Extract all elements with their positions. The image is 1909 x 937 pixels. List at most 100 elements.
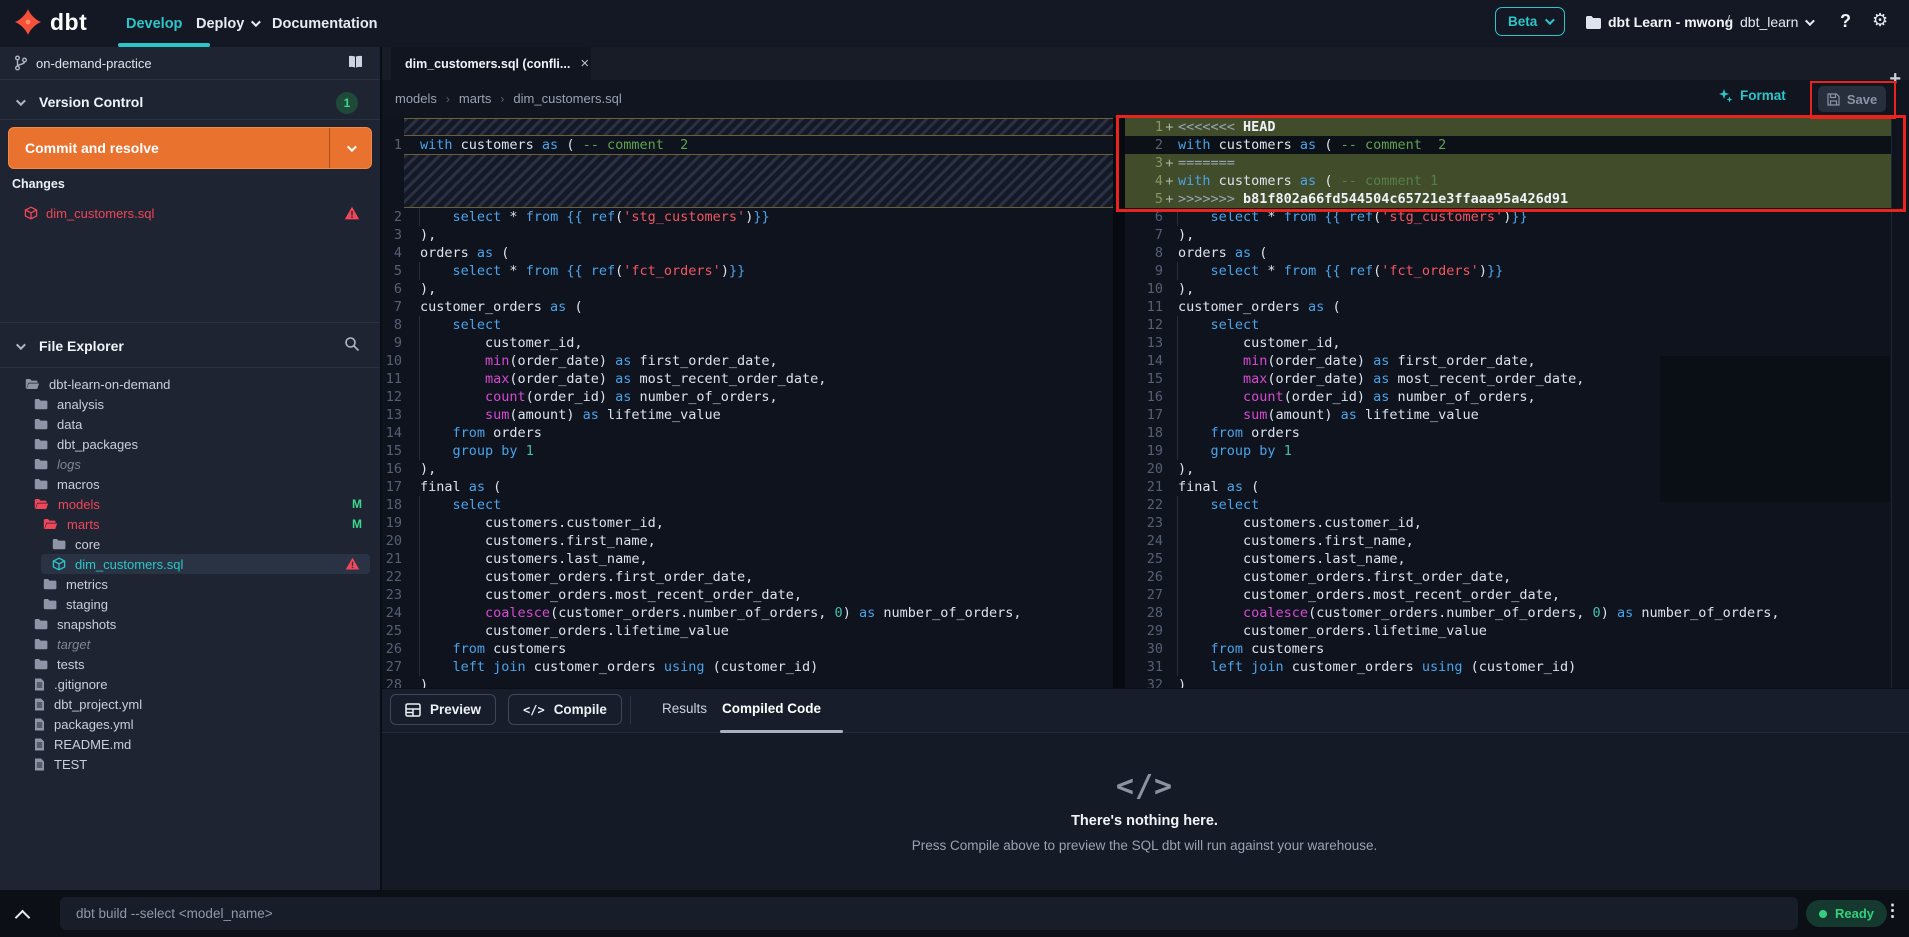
- close-icon[interactable]: ×: [580, 55, 589, 72]
- code-line-7[interactable]: 7),: [1125, 226, 1891, 244]
- code-line-17[interactable]: 17final as (: [380, 478, 1113, 496]
- code-line-16[interactable]: 16 count(order_id) as number_of_orders,: [1125, 388, 1891, 406]
- code-line-1[interactable]: 1+<<<<<<< HEAD: [1125, 118, 1891, 136]
- code-line-30[interactable]: 30 from customers: [1125, 640, 1891, 658]
- code-line-8[interactable]: 8orders as (: [1125, 244, 1891, 262]
- code-line-11[interactable]: 11customer_orders as (: [1125, 298, 1891, 316]
- tree-item-core[interactable]: core: [0, 534, 380, 554]
- code-line-10[interactable]: 10),: [1125, 280, 1891, 298]
- help-icon[interactable]: ?: [1840, 11, 1851, 32]
- code-line-25[interactable]: 25 customer_orders.lifetime_value: [380, 622, 1113, 640]
- tree-item-.gitignore[interactable]: .gitignore: [0, 674, 380, 694]
- version-control-header[interactable]: Version Control: [0, 84, 380, 120]
- breadcrumb-file[interactable]: dim_customers.sql: [513, 91, 621, 106]
- tree-item-README.md[interactable]: README.md: [0, 734, 380, 754]
- breadcrumb-marts[interactable]: marts: [459, 91, 492, 106]
- code-line-23[interactable]: 23 customers.customer_id,: [1125, 514, 1891, 532]
- compile-button[interactable]: </> Compile: [508, 694, 622, 725]
- code-line-28[interactable]: 28): [380, 676, 1113, 688]
- code-line-28[interactable]: 28 coalesce(customer_orders.number_of_or…: [1125, 604, 1891, 622]
- code-line-25[interactable]: 25 customers.last_name,: [1125, 550, 1891, 568]
- code-line-13[interactable]: 13 customer_id,: [1125, 334, 1891, 352]
- tab-results[interactable]: Results: [662, 701, 707, 716]
- code-line-20[interactable]: 20 customers.first_name,: [380, 532, 1113, 550]
- code-line-18[interactable]: 18 from orders: [1125, 424, 1891, 442]
- code-line-12[interactable]: 12 select: [1125, 316, 1891, 334]
- code-line-14[interactable]: 14 min(order_date) as first_order_date,: [1125, 352, 1891, 370]
- code-line-9[interactable]: 9 select * from {{ ref('fct_orders')}}: [1125, 262, 1891, 280]
- code-line-1[interactable]: 1with customers as ( -- comment 2: [380, 136, 1113, 154]
- code-line-27[interactable]: 27 left join customer_orders using (cust…: [380, 658, 1113, 676]
- left-editor-pane[interactable]: 1with customers as ( -- comment 2 2 selec…: [380, 118, 1113, 688]
- tree-item-snapshots[interactable]: snapshots: [0, 614, 380, 634]
- tree-item-TEST[interactable]: TEST: [0, 754, 380, 774]
- nav-item-deploy[interactable]: Deploy: [196, 0, 258, 47]
- tree-item-logs[interactable]: logs: [0, 454, 380, 474]
- code-line-6[interactable]: 6 select * from {{ ref('stg_customers')}…: [1125, 208, 1891, 226]
- code-line-16[interactable]: 16),: [380, 460, 1113, 478]
- docs-book-icon[interactable]: [347, 55, 364, 69]
- code-line-14[interactable]: 14 from orders: [380, 424, 1113, 442]
- beta-dropdown[interactable]: Beta: [1495, 7, 1565, 36]
- code-line-31[interactable]: 31 left join customer_orders using (cust…: [1125, 658, 1891, 676]
- tree-item-tests[interactable]: tests: [0, 654, 380, 674]
- code-line-12[interactable]: 12 count(order_id) as number_of_orders,: [380, 388, 1113, 406]
- code-line-20[interactable]: 20),: [1125, 460, 1891, 478]
- tree-item-target[interactable]: target: [0, 634, 380, 654]
- tree-item-dbt-learn-on-demand[interactable]: dbt-learn-on-demand: [0, 374, 380, 394]
- code-line-17[interactable]: 17 sum(amount) as lifetime_value: [1125, 406, 1891, 424]
- code-line-22[interactable]: 22 select: [1125, 496, 1891, 514]
- file-explorer-header[interactable]: File Explorer: [0, 328, 380, 364]
- code-line-4[interactable]: 4orders as (: [380, 244, 1113, 262]
- code-line-9[interactable]: 9 customer_id,: [380, 334, 1113, 352]
- code-line-21[interactable]: 21 customers.last_name,: [380, 550, 1113, 568]
- tree-item-models[interactable]: modelsM: [0, 494, 380, 514]
- dbt-logo[interactable]: dbt: [14, 8, 87, 36]
- code-line-7[interactable]: 7customer_orders as (: [380, 298, 1113, 316]
- code-line-27[interactable]: 27 customer_orders.most_recent_order_dat…: [1125, 586, 1891, 604]
- command-input[interactable]: [60, 897, 1798, 930]
- kebab-menu-icon[interactable]: ⋮: [1884, 901, 1901, 921]
- tree-item-analysis[interactable]: analysis: [0, 394, 380, 414]
- code-line-4[interactable]: 4+with customers as ( -- comment 1: [1125, 172, 1891, 190]
- format-button[interactable]: Format: [1718, 88, 1786, 103]
- branch-bar[interactable]: on-demand-practice: [0, 47, 380, 80]
- tree-item-dbt_packages[interactable]: dbt_packages: [0, 434, 380, 454]
- scrollbar-gutter[interactable]: [1891, 118, 1909, 688]
- code-line-11[interactable]: 11 max(order_date) as most_recent_order_…: [380, 370, 1113, 388]
- code-line-18[interactable]: 18 select: [380, 496, 1113, 514]
- code-line-3[interactable]: 3),: [380, 226, 1113, 244]
- code-line-24[interactable]: 24 customers.first_name,: [1125, 532, 1891, 550]
- project-name[interactable]: dbt Learn - mwong: [1608, 14, 1733, 30]
- code-line-23[interactable]: 23 customer_orders.most_recent_order_dat…: [380, 586, 1113, 604]
- environment-switcher[interactable]: dbt_learn: [1740, 14, 1812, 30]
- code-line-8[interactable]: 8 select: [380, 316, 1113, 334]
- code-line-15[interactable]: 15 max(order_date) as most_recent_order_…: [1125, 370, 1891, 388]
- new-tab-plus-icon[interactable]: +: [1889, 69, 1901, 89]
- preview-button[interactable]: Preview: [390, 694, 496, 725]
- tree-item-dbt_project.yml[interactable]: dbt_project.yml: [0, 694, 380, 714]
- save-button[interactable]: Save: [1818, 86, 1886, 112]
- nav-item-documentation[interactable]: Documentation: [272, 0, 378, 47]
- gear-icon[interactable]: ⚙: [1872, 10, 1888, 31]
- code-line-19[interactable]: 19 customers.customer_id,: [380, 514, 1113, 532]
- code-line-26[interactable]: 26 customer_orders.first_order_date,: [1125, 568, 1891, 586]
- tree-item-packages.yml[interactable]: packages.yml: [0, 714, 380, 734]
- code-line-32[interactable]: 32): [1125, 676, 1891, 688]
- right-diff-pane[interactable]: 1+<<<<<<< HEAD2with customers as ( -- co…: [1125, 118, 1891, 688]
- breadcrumb-models[interactable]: models: [395, 91, 437, 106]
- code-line-22[interactable]: 22 customer_orders.first_order_date,: [380, 568, 1113, 586]
- code-line-2[interactable]: 2 select * from {{ ref('stg_customers')}…: [380, 208, 1113, 226]
- nav-item-develop[interactable]: Develop: [126, 0, 182, 47]
- editor-tab-dim-customers[interactable]: dim_customers.sql (confli... ×: [391, 47, 591, 80]
- code-line-6[interactable]: 6),: [380, 280, 1113, 298]
- code-line-29[interactable]: 29 customer_orders.lifetime_value: [1125, 622, 1891, 640]
- code-line-15[interactable]: 15 group by 1: [380, 442, 1113, 460]
- chevron-up-icon[interactable]: [17, 908, 29, 920]
- code-line-19[interactable]: 19 group by 1: [1125, 442, 1891, 460]
- code-line-5[interactable]: 5 select * from {{ ref('fct_orders')}}: [380, 262, 1113, 280]
- code-line-5[interactable]: 5+>>>>>>> b81f802a66fd544504c65721e3ffaa…: [1125, 190, 1891, 208]
- commit-and-resolve-button[interactable]: Commit and resolve: [8, 127, 372, 169]
- changed-file-row[interactable]: dim_customers.sql: [8, 200, 372, 226]
- tab-compiled-code[interactable]: Compiled Code: [722, 701, 821, 716]
